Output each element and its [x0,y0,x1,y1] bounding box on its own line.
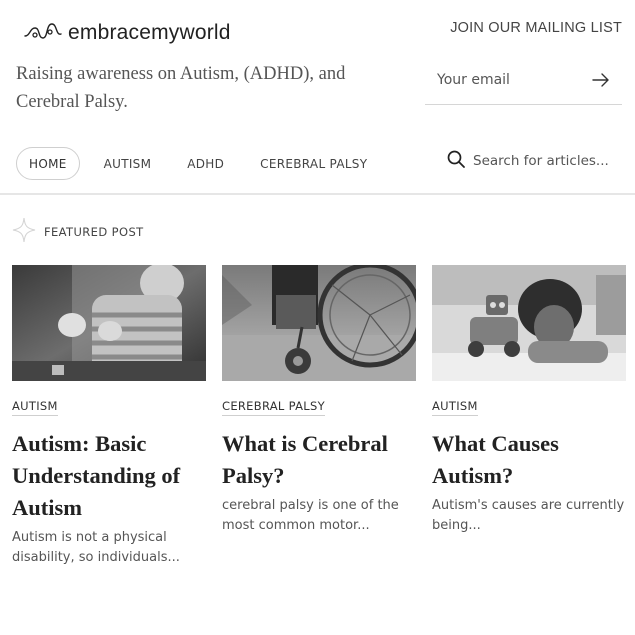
search-icon[interactable] [446,149,466,173]
mailing-list-title: JOIN OUR MAILING LIST [450,20,622,36]
search-input[interactable] [473,153,623,169]
post-category-link[interactable]: AUTISM [432,399,478,416]
mailing-form [425,56,622,105]
nav-item-adhd[interactable]: ADHD [175,147,236,180]
post-card-what-causes-autism: AUTISM What Causes Autism? Autism's caus… [432,265,626,536]
nav-item-cerebral-palsy[interactable]: CEREBRAL PALSY [248,147,379,180]
site-tagline: Raising awareness on Autism, (ADHD), and… [16,64,346,112]
wheelchair-photo[interactable] [222,265,416,381]
post-title[interactable]: Autism: Basic Understanding of Autism [12,428,206,524]
post-card-autism-basic: AUTISM Autism: Basic Understanding of Au… [12,265,206,568]
post-category-link[interactable]: AUTISM [12,399,58,416]
post-title[interactable]: What is Cerebral Palsy? [222,428,416,492]
site-logo[interactable]: embracemyworld [22,18,231,48]
nav-item-autism[interactable]: AUTISM [92,147,164,180]
sparkle-icon [12,217,36,247]
post-title[interactable]: What Causes Autism? [432,428,626,492]
wave-logo-icon [22,18,64,48]
main-nav: HOME AUTISM ADHD CEREBRAL PALSY [16,147,391,180]
child-with-toy-robot-photo[interactable] [432,265,626,381]
arrow-right-icon[interactable] [588,67,614,93]
header-divider [0,193,635,195]
post-excerpt: Autism's causes are currently being... [432,498,625,533]
post-excerpt: cerebral palsy is one of the most common… [222,498,399,533]
search-bar [446,150,623,172]
post-category-link[interactable]: CEREBRAL PALSY [222,399,325,416]
email-input[interactable] [425,72,575,88]
child-playing-with-blocks-photo[interactable] [12,265,206,381]
brand-name: embracemyworld [68,21,231,44]
post-excerpt: Autism is not a physical disability, so … [12,530,180,565]
featured-label: FEATURED POST [44,225,144,239]
featured-heading: FEATURED POST [12,217,144,247]
nav-item-home[interactable]: HOME [16,147,80,180]
post-card-cerebral-palsy: CEREBRAL PALSY What is Cerebral Palsy? c… [222,265,416,536]
